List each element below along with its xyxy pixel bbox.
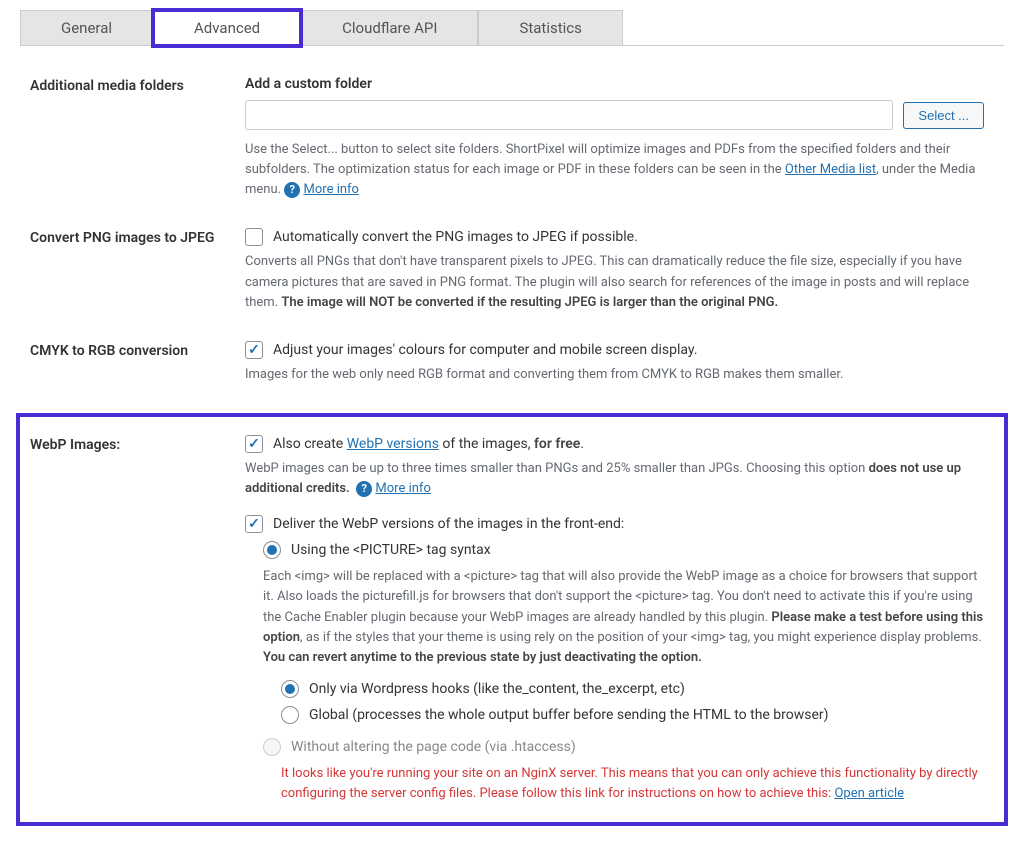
nginx-warning: It looks like you're running your site o… [281, 764, 984, 804]
webp-versions-link[interactable]: WebP versions [347, 436, 439, 452]
tab-statistics[interactable]: Statistics [478, 10, 622, 45]
section-png-to-jpeg: Convert PNG images to JPEG Automatically… [20, 218, 1004, 330]
tab-general[interactable]: General [20, 10, 153, 45]
custom-folder-help: Use the Select... button to select site … [245, 140, 984, 200]
more-info-link[interactable]: More info [304, 182, 359, 197]
other-media-list-link[interactable]: Other Media list [785, 162, 876, 177]
webp-create-label: Also create WebP versions of the images,… [273, 436, 584, 452]
png2jpeg-label: Automatically convert the PNG images to … [273, 229, 638, 245]
custom-folder-heading: Add a custom folder [245, 76, 984, 92]
webp-picture-help: Each <img> will be replaced with a <pict… [263, 567, 984, 668]
help-icon[interactable]: ? [356, 481, 372, 497]
webp-global-label: Global (processes the whole output buffe… [309, 707, 829, 723]
section-label: WebP Images: [20, 435, 245, 804]
section-cmyk-rgb: CMYK to RGB conversion Adjust your image… [20, 331, 1004, 403]
section-label: Convert PNG images to JPEG [20, 228, 245, 312]
cmyk-checkbox[interactable] [245, 341, 263, 359]
webp-hooks-label: Only via Wordpress hooks (like the_conte… [309, 681, 685, 697]
webp-htaccess-label: Without altering the page code (via .hta… [291, 739, 576, 755]
webp-create-help: WebP images can be up to three times sma… [245, 459, 984, 499]
section-webp-images: WebP Images: Also create WebP versions o… [20, 435, 1004, 804]
webp-method-picture-label: Using the <PICTURE> tag syntax [291, 542, 491, 558]
settings-tabs: General Advanced Cloudflare API Statisti… [20, 10, 1004, 46]
webp-hooks-radio[interactable] [281, 680, 299, 698]
tab-advanced[interactable]: Advanced [153, 10, 301, 46]
png2jpeg-checkbox[interactable] [245, 228, 263, 246]
webp-method-picture-radio[interactable] [263, 541, 281, 559]
tab-cloudflare-api[interactable]: Cloudflare API [301, 10, 478, 45]
webp-deliver-checkbox[interactable] [245, 515, 263, 533]
cmyk-help: Images for the web only need RGB format … [245, 365, 984, 385]
webp-htaccess-radio [263, 738, 281, 756]
webp-more-info-link[interactable]: More info [375, 481, 430, 496]
select-folder-button[interactable]: Select ... [903, 102, 984, 129]
webp-global-radio[interactable] [281, 706, 299, 724]
webp-deliver-label: Deliver the WebP versions of the images … [273, 516, 624, 532]
custom-folder-input[interactable] [245, 100, 893, 130]
help-icon[interactable]: ? [284, 182, 300, 198]
section-label: Additional media folders [20, 76, 245, 200]
section-additional-media-folders: Additional media folders Add a custom fo… [20, 66, 1004, 218]
section-label: CMYK to RGB conversion [20, 341, 245, 385]
open-article-link[interactable]: Open article [834, 786, 904, 801]
cmyk-label: Adjust your images' colours for computer… [273, 342, 698, 358]
webp-section-highlight: WebP Images: Also create WebP versions o… [16, 413, 1008, 826]
webp-create-checkbox[interactable] [245, 435, 263, 453]
png2jpeg-help: Converts all PNGs that don't have transp… [245, 252, 984, 312]
